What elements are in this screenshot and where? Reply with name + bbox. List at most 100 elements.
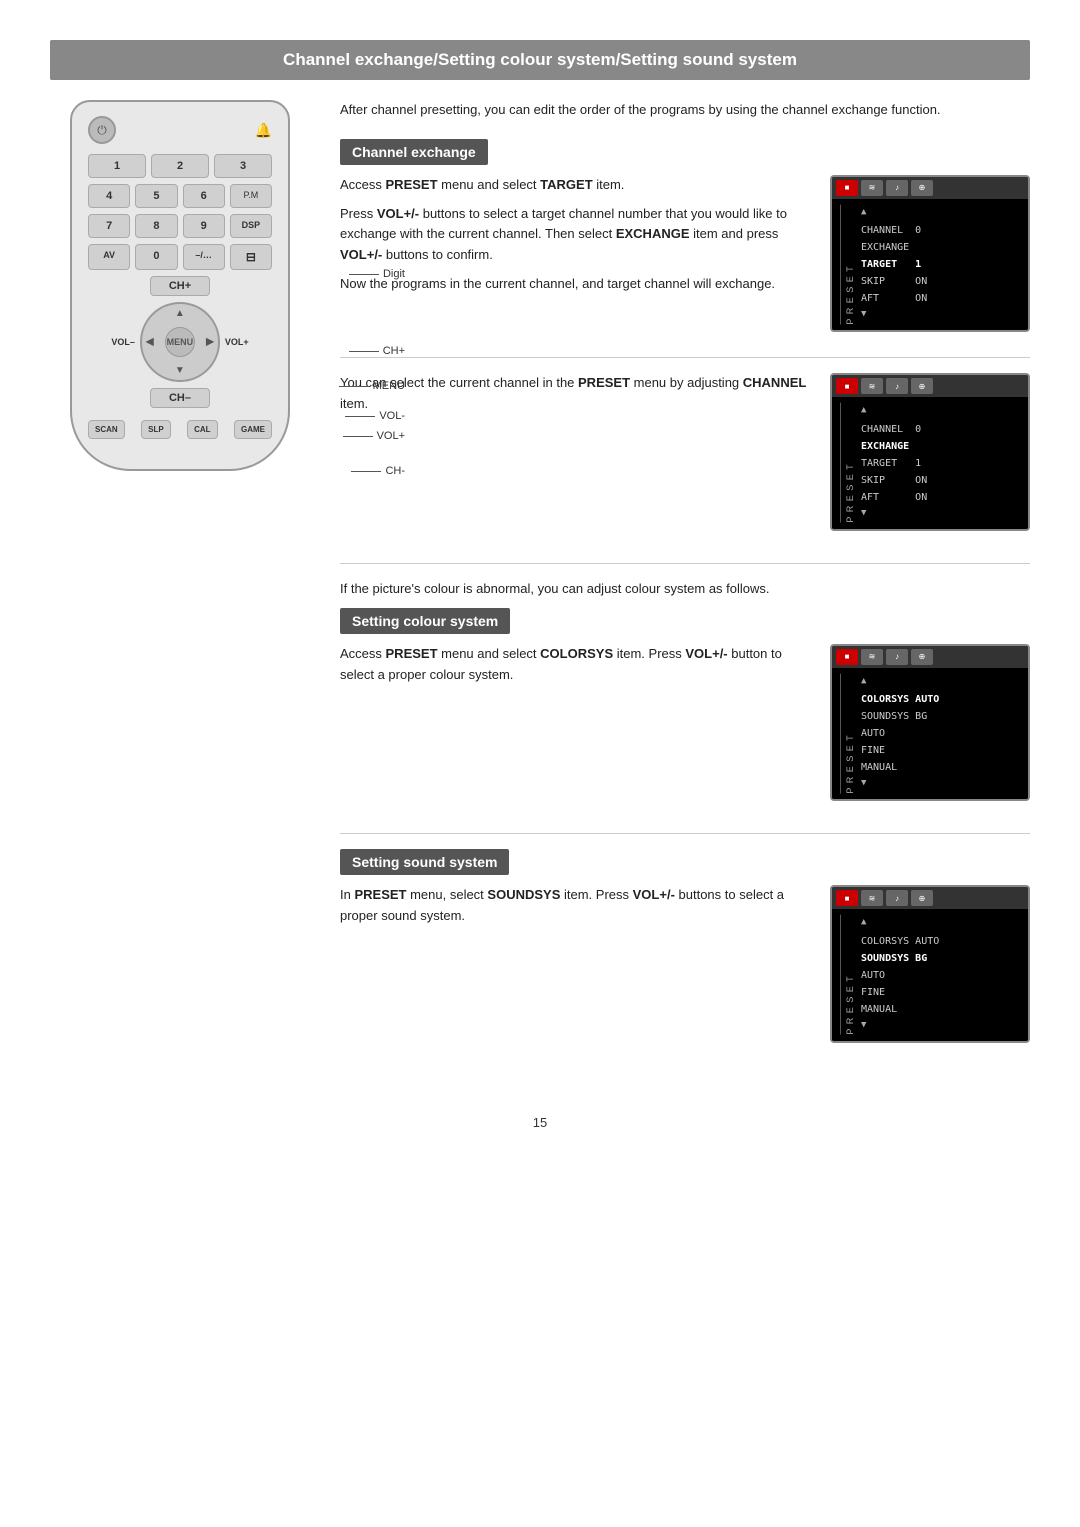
button-8[interactable]: 8: [135, 214, 177, 238]
remote-control: ⏻ 🔔 1 2 3 4 5 6 P.M 7 8: [70, 100, 290, 471]
channel-exchange-block1: ■ ≋ ♪ ⊕ P R E S E T ▲ CHANNEL 0 EXCHANGE…: [340, 175, 1030, 343]
screen-row-colorsys-4: COLORSYS AUTO: [861, 933, 939, 950]
power-button[interactable]: ⏻: [88, 116, 116, 144]
menu-side-label: MENU: [339, 380, 405, 392]
screen-icon-red-1: ■: [836, 180, 858, 196]
button-av[interactable]: AV: [88, 244, 130, 270]
ch-minus-side-label: CH-: [351, 465, 405, 477]
button-cal[interactable]: CAL: [187, 420, 217, 439]
button-4[interactable]: 4: [88, 184, 130, 208]
nav-right[interactable]: ▶: [206, 337, 214, 348]
screen-icon-signal-2: ≋: [861, 378, 883, 394]
screen-icon-signal-4: ≋: [861, 890, 883, 906]
button-scan[interactable]: SCAN: [88, 420, 125, 439]
nav-down[interactable]: ▼: [175, 365, 185, 376]
screen-arrows-down-1: ▼: [861, 307, 927, 322]
screen-row-target-2: TARGET 1: [861, 455, 927, 472]
preset-label-4: P R E S E T: [840, 915, 855, 1035]
vol-minus-side-label: VOL-: [345, 410, 405, 422]
button-pm[interactable]: P.M: [230, 184, 272, 208]
screen-row-skip-2: SKIP ON: [861, 472, 927, 489]
screen-row-exchange-1: EXCHANGE: [861, 239, 927, 256]
ch-plus-area: CH+: [88, 276, 272, 296]
screen-row-exchange-2: EXCHANGE: [861, 438, 927, 455]
button-subtitle[interactable]: ⊟: [230, 244, 272, 270]
screen-body-3: P R E S E T ▲ COLORSYS AUTO SOUNDSYS BG …: [832, 668, 1028, 800]
colour-system-block: ■ ≋ ♪ ⊕ P R E S E T ▲ COLORSYS AUTO SOUN…: [340, 644, 1030, 812]
separator-1: [340, 357, 1030, 358]
page-number: 15: [50, 1115, 1030, 1130]
channel-exchange-title: Channel exchange: [340, 139, 488, 165]
intro-text: After channel presetting, you can edit t…: [340, 100, 1030, 121]
screen-icon-nav-1: ⊕: [911, 180, 933, 196]
digit-label: Digit: [349, 268, 405, 280]
screen-icon-red-3: ■: [836, 649, 858, 665]
screen-icon-nav-4: ⊕: [911, 890, 933, 906]
screen-row-target-1: TARGET 1: [861, 256, 927, 273]
power-icon: ⏻: [97, 123, 107, 138]
button-3[interactable]: 3: [214, 154, 272, 178]
number-grid-row1: 1 2 3: [88, 154, 272, 178]
screen-row-soundsys-4: SOUNDSYS BG: [861, 950, 939, 967]
screen-body-2: P R E S E T ▲ CHANNEL 0 EXCHANGE TARGET …: [832, 397, 1028, 529]
button-dsp[interactable]: DSP: [230, 214, 272, 238]
button-game[interactable]: GAME: [234, 420, 272, 439]
speaker-icon: 🔔: [255, 122, 272, 139]
nav-up[interactable]: ▲: [175, 308, 185, 319]
button-slp[interactable]: SLP: [141, 420, 171, 439]
screen-body-4: P R E S E T ▲ COLORSYS AUTO SOUNDSYS BG …: [832, 909, 1028, 1041]
button-1[interactable]: 1: [88, 154, 146, 178]
screen-icon-signal-1: ≋: [861, 180, 883, 196]
button-5[interactable]: 5: [135, 184, 177, 208]
nav-area: VOL– ▲ ▼ ◀ ▶ MENU VOL+: [88, 302, 272, 382]
screen-row-auto-4: AUTO: [861, 967, 939, 984]
preset-label-1: P R E S E T: [840, 205, 855, 325]
screen-arrows-1: ▲: [861, 205, 927, 220]
button-2[interactable]: 2: [151, 154, 209, 178]
screen-exchange: ■ ≋ ♪ ⊕ P R E S E T ▲ CHANNEL 0 EXCHANGE…: [830, 373, 1030, 531]
screen-row-skip-1: SKIP ON: [861, 273, 927, 290]
screen-top-bar-1: ■ ≋ ♪ ⊕: [832, 177, 1028, 199]
screen-icon-audio-4: ♪: [886, 890, 908, 906]
colour-system-title: Setting colour system: [340, 608, 510, 634]
channel-exchange-block2: ■ ≋ ♪ ⊕ P R E S E T ▲ CHANNEL 0 EXCHANGE…: [340, 373, 1030, 541]
vol-plus-side-label: VOL+: [343, 430, 405, 442]
screen-arrows-down-4: ▼: [861, 1018, 939, 1033]
screen-arrows-4: ▲: [861, 915, 939, 930]
button-ch-minus[interactable]: CH–: [150, 388, 210, 408]
screen-icon-nav-3: ⊕: [911, 649, 933, 665]
nav-left[interactable]: ◀: [146, 337, 154, 348]
screen-icon-red-4: ■: [836, 890, 858, 906]
screen-row-colorsys: COLORSYS AUTO: [861, 691, 939, 708]
button-7[interactable]: 7: [88, 214, 130, 238]
screen-row-aft-2: AFT ON: [861, 489, 927, 506]
button-0[interactable]: 0: [135, 244, 177, 270]
screen-arrows-down-2: ▼: [861, 506, 927, 521]
screen-row-aft-1: AFT ON: [861, 290, 927, 307]
page-header: Channel exchange/Setting colour system/S…: [50, 40, 1030, 80]
screen-row-fine: FINE: [861, 742, 939, 759]
button-ch-plus[interactable]: CH+: [150, 276, 210, 296]
colour-system-intro: If the picture's colour is abnormal, you…: [340, 579, 1030, 600]
button-dash[interactable]: –/…: [183, 244, 225, 270]
sound-system-title: Setting sound system: [340, 849, 509, 875]
separator-3: [340, 833, 1030, 834]
left-column: ⏻ 🔔 1 2 3 4 5 6 P.M 7 8: [50, 100, 310, 1075]
screen-icon-nav-2: ⊕: [911, 378, 933, 394]
screen-colorsys: ■ ≋ ♪ ⊕ P R E S E T ▲ COLORSYS AUTO SOUN…: [830, 644, 1030, 802]
screen-icon-audio-3: ♪: [886, 649, 908, 665]
button-6[interactable]: 6: [183, 184, 225, 208]
channel-exchange-section: Channel exchange ■ ≋ ♪ ⊕ P R E S E T ▲ C…: [340, 139, 1030, 541]
screen-target: ■ ≋ ♪ ⊕ P R E S E T ▲ CHANNEL 0 EXCHANGE…: [830, 175, 1030, 333]
menu-center-button[interactable]: MENU: [165, 327, 195, 357]
screen-row-manual-4: MANUAL: [861, 1001, 939, 1018]
screen-arrows-3: ▲: [861, 674, 939, 689]
preset-label-3: P R E S E T: [840, 674, 855, 794]
screen-icon-audio-2: ♪: [886, 378, 908, 394]
screen-arrows-down-3: ▼: [861, 776, 939, 791]
button-9[interactable]: 9: [183, 214, 225, 238]
ch-plus-side-label: CH+: [349, 345, 405, 357]
screen-content-1: ▲ CHANNEL 0 EXCHANGE TARGET 1 SKIP ON AF…: [861, 205, 927, 325]
preset-label-2: P R E S E T: [840, 403, 855, 523]
screen-body-1: P R E S E T ▲ CHANNEL 0 EXCHANGE TARGET …: [832, 199, 1028, 331]
